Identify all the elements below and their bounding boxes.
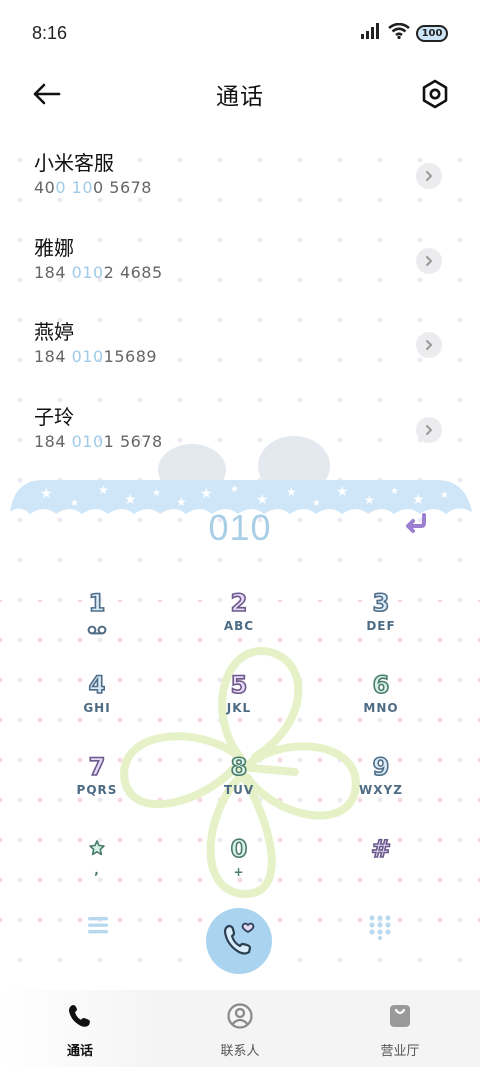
key-2[interactable]: 2 ABC	[168, 582, 310, 664]
header: 通话	[0, 66, 480, 122]
contact-name: 燕婷	[34, 320, 74, 344]
chevron-right-icon[interactable]	[416, 247, 442, 274]
chevron-right-icon[interactable]	[416, 163, 442, 189]
contact-suggestion-list: 小米客服 400 100 5678 雅娜 184 0102 4685 燕婷 18…	[0, 134, 480, 472]
tab-label: 通话	[66, 1044, 93, 1059]
voicemail-icon	[87, 620, 107, 639]
key-letters: PQRS	[76, 783, 118, 797]
contact-row[interactable]: 小米客服 400 100 5678	[0, 134, 480, 219]
contact-name: 子玲	[34, 404, 74, 429]
svg-text:★: ★	[230, 484, 239, 495]
key-letters: JKL	[226, 701, 252, 715]
key-digit: 9	[372, 753, 390, 781]
svg-text:★: ★	[286, 485, 297, 499]
key-letters: GHI	[83, 701, 111, 715]
backspace-icon[interactable]	[404, 512, 430, 538]
svg-text:★: ★	[440, 490, 449, 501]
contact-number: 184 0101 5678	[34, 431, 163, 451]
key-6[interactable]: 6 MNO	[310, 664, 452, 746]
dial-actions	[0, 908, 480, 978]
key-letters: WXYZ	[359, 783, 403, 797]
key-hash[interactable]: #	[310, 828, 452, 910]
key-digit: 0	[230, 835, 248, 863]
key-letters: ,	[94, 863, 100, 877]
contact-row[interactable]: 燕婷 184 01015689	[0, 303, 480, 388]
tab-service-hall[interactable]: 营业厅	[320, 990, 480, 1067]
key-digit: 2	[230, 589, 248, 617]
key-8[interactable]: 8 TUV	[168, 746, 310, 828]
menu-icon[interactable]	[86, 914, 110, 940]
svg-text:★: ★	[200, 486, 213, 502]
phone-icon	[66, 1002, 94, 1034]
key-letters: ABC	[223, 619, 255, 633]
bottom-tab-bar: 通话 联系人 营业厅	[0, 990, 480, 1067]
key-digit: 6	[372, 671, 390, 699]
status-bar: 8:16 100	[0, 0, 480, 66]
contact-row[interactable]: 子玲 184 0101 5678	[0, 388, 480, 473]
svg-text:★: ★	[40, 486, 53, 502]
key-digit: 7	[88, 753, 106, 781]
svg-text:★: ★	[152, 488, 161, 499]
key-9[interactable]: 9 WXYZ	[310, 746, 452, 828]
svg-text:★: ★	[98, 483, 109, 497]
tab-label: 营业厅	[380, 1044, 420, 1059]
key-letters: MNO	[363, 701, 399, 715]
settings-hexagon-icon[interactable]	[420, 78, 450, 114]
dialed-number: 010	[208, 507, 272, 548]
status-time: 8:16	[32, 22, 68, 43]
key-digit: 4	[88, 671, 106, 699]
key-letters: DEF	[366, 619, 396, 633]
contact-number: 400 100 5678	[34, 178, 152, 197]
shopping-bag-icon	[386, 1002, 414, 1034]
signal-icon	[360, 23, 382, 43]
battery-indicator: 100	[416, 24, 448, 42]
star-flower-icon	[89, 840, 105, 860]
tab-contacts[interactable]: 联系人	[160, 990, 320, 1067]
contact-number: 184 01015689	[34, 347, 158, 366]
key-4[interactable]: 4 GHI	[26, 664, 168, 746]
contact-row[interactable]: 雅娜 184 0102 4685	[0, 219, 480, 304]
key-digit: 5	[230, 671, 248, 699]
dial-keypad: 1 2 ABC 3 DEF 4 GHI 5 JKL 6 MNO 7 PQRS 8…	[0, 582, 480, 910]
tab-label: 联系人	[220, 1044, 260, 1059]
dialpad-toggle-icon[interactable]	[368, 914, 392, 944]
key-letters: +	[233, 865, 245, 879]
chevron-right-icon[interactable]	[416, 332, 442, 358]
chevron-right-icon[interactable]	[416, 416, 442, 443]
contact-name: 雅娜	[34, 235, 74, 260]
key-letters: TUV	[223, 783, 255, 797]
tab-calls[interactable]: 通话	[0, 990, 160, 1067]
back-arrow-icon[interactable]	[30, 78, 62, 114]
svg-text:★: ★	[336, 484, 349, 500]
call-button[interactable]	[206, 908, 272, 974]
page-title: 通话	[216, 84, 264, 110]
key-digit: 3	[372, 589, 390, 617]
key-5[interactable]: 5 JKL	[168, 664, 310, 746]
svg-text:★: ★	[390, 486, 399, 497]
contact-number: 184 0102 4685	[34, 262, 163, 282]
contact-name: 小米客服	[34, 151, 114, 175]
status-icons: 100	[360, 22, 448, 43]
key-star[interactable]: ,	[26, 828, 168, 910]
key-digit: #	[370, 835, 392, 863]
key-digit: 1	[88, 589, 106, 617]
phone-heart-icon	[219, 919, 259, 963]
key-1[interactable]: 1	[26, 582, 168, 664]
key-digit: 8	[230, 753, 248, 781]
wifi-icon	[388, 22, 410, 43]
contact-icon	[226, 1002, 254, 1034]
key-3[interactable]: 3 DEF	[310, 582, 452, 664]
key-7[interactable]: 7 PQRS	[26, 746, 168, 828]
key-0[interactable]: 0 +	[168, 828, 310, 910]
